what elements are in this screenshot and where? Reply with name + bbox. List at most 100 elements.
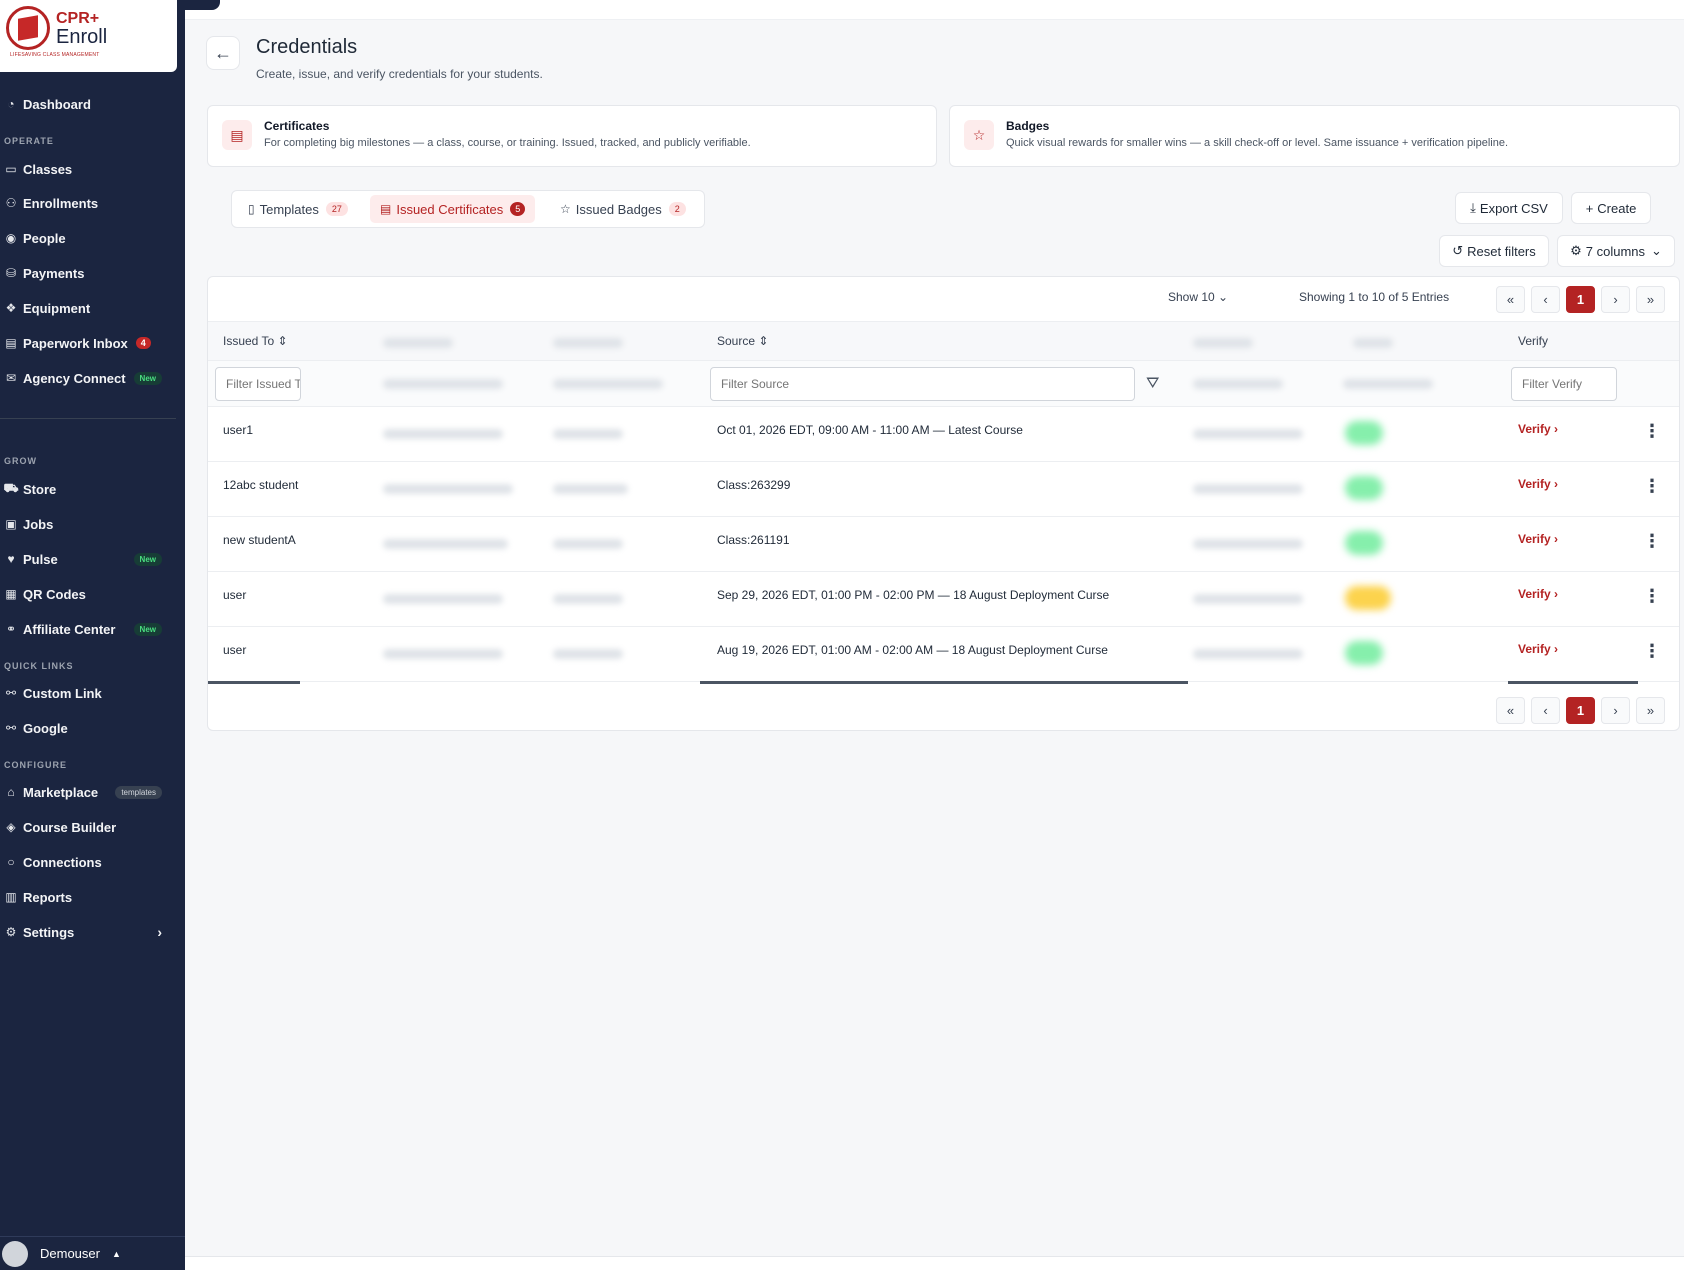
tab-issued-certificates[interactable]: ▤ Issued Certificates 5 (370, 195, 536, 223)
filter-funnel-icon[interactable]: ⛛ (1146, 375, 1159, 393)
sidebar-item-google[interactable]: ⚯ Google (4, 716, 176, 740)
tab-templates[interactable]: ▯ Templates 27 (238, 195, 358, 223)
sidebar-item-store[interactable]: ⛟ Store (3, 477, 176, 501)
column-header-source[interactable]: Source ⇕ (717, 334, 768, 348)
blurred-filter (383, 379, 503, 389)
horizontal-scrollbar[interactable] (700, 681, 1188, 684)
verify-link[interactable]: Verify › (1518, 422, 1558, 436)
kebab-menu-icon[interactable]: ⋮ (1643, 586, 1661, 607)
page-button[interactable]: 1 (1566, 697, 1595, 724)
export-csv-button[interactable]: ⤓ Export CSV (1455, 192, 1563, 224)
status-indicator (1345, 476, 1383, 500)
new-badge: New (133, 552, 162, 566)
sidebar-item-classes[interactable]: ▭ Classes (4, 157, 176, 181)
chevron-right-icon: › (157, 924, 162, 940)
sidebar-item-paperwork-inbox[interactable]: ▤ Paperwork Inbox 4 (4, 331, 176, 355)
blurred-cell (383, 539, 508, 549)
kebab-menu-icon[interactable]: ⋮ (1643, 476, 1661, 497)
user-menu[interactable]: Demouser ▲ (0, 1236, 185, 1270)
credential-tabs: ▯ Templates 27 ▤ Issued Certificates 5 ☆… (231, 190, 705, 228)
last-page-button[interactable]: » (1636, 286, 1665, 313)
tab-count: 27 (325, 202, 348, 216)
horizontal-scrollbar[interactable] (208, 681, 300, 684)
section-quick-links: QUICK LINKS (4, 661, 74, 671)
reset-icon: ↺ (1452, 243, 1464, 258)
cell-issued-to: user (223, 643, 247, 657)
sidebar-item-enrollments[interactable]: ⚇ Enrollments (4, 191, 176, 215)
section-configure: CONFIGURE (4, 760, 67, 770)
cell-issued-to: user (223, 588, 247, 602)
table-row[interactable]: user1 Oct 01, 2026 EDT, 09:00 AM - 11:00… (208, 407, 1679, 462)
first-page-button[interactable]: « (1496, 286, 1525, 313)
blurred-cell (1193, 539, 1303, 549)
table-row[interactable]: user Sep 29, 2026 EDT, 01:00 PM - 02:00 … (208, 572, 1679, 627)
sidebar-item-jobs[interactable]: ▣ Jobs (4, 512, 176, 536)
sidebar-item-label: Connections (23, 854, 102, 870)
page-size-select[interactable]: Show 10 ⌄ (1168, 290, 1228, 304)
first-page-button[interactable]: « (1496, 697, 1525, 724)
sidebar-item-custom-link[interactable]: ⚯ Custom Link (4, 681, 176, 705)
sidebar-item-dashboard[interactable]: ◔ Dashboard (4, 92, 176, 116)
page-button[interactable]: 1 (1566, 286, 1595, 313)
filter-source-input[interactable] (710, 367, 1135, 401)
next-page-button[interactable]: › (1601, 286, 1630, 313)
double-chevron-left-icon: « (1506, 292, 1515, 307)
inbox-icon: ▤ (5, 336, 17, 350)
table-row[interactable]: user Aug 19, 2026 EDT, 01:00 AM - 02:00 … (208, 627, 1679, 682)
sidebar-item-people[interactable]: ◉ People (4, 226, 176, 250)
tab-count: 5 (510, 202, 526, 216)
new-badge: New (133, 622, 162, 636)
sidebar-item-marketplace[interactable]: ⌂ Marketplace templates (4, 780, 176, 804)
filter-verify-input[interactable] (1511, 367, 1617, 401)
kebab-menu-icon[interactable]: ⋮ (1643, 641, 1661, 662)
back-button[interactable]: ← (206, 36, 240, 70)
table-row[interactable]: new studentA Class:261191 Verify › ⋮ (208, 517, 1679, 572)
card-title: Certificates (264, 119, 330, 133)
verify-link[interactable]: Verify › (1518, 587, 1558, 601)
chevron-left-icon: ‹ (1543, 292, 1548, 307)
sidebar-item-settings[interactable]: ⚙ Settings › (4, 920, 176, 944)
kebab-menu-icon[interactable]: ⋮ (1643, 421, 1661, 442)
table-header: Issued To ⇕ Source ⇕ Verify (208, 321, 1679, 361)
verify-link[interactable]: Verify › (1518, 477, 1558, 491)
cart-icon: ⛟ (3, 481, 19, 495)
sidebar-item-connections[interactable]: ○ Connections (4, 850, 176, 874)
prev-page-button[interactable]: ‹ (1531, 697, 1560, 724)
sidebar-item-payments[interactable]: ⛁ Payments (4, 261, 176, 285)
create-button[interactable]: + Create (1571, 192, 1651, 224)
gear-icon: ⚙ (5, 925, 17, 939)
last-page-button[interactable]: » (1636, 697, 1665, 724)
sidebar-item-affiliate-center[interactable]: ⚭ Affiliate Center New (4, 617, 176, 641)
verify-link[interactable]: Verify › (1518, 642, 1558, 656)
table-row[interactable]: 12abc student Class:263299 Verify › ⋮ (208, 462, 1679, 517)
reset-filters-button[interactable]: ↺ Reset filters (1439, 235, 1549, 267)
chevron-down-icon: ⌄ (1218, 290, 1229, 304)
avatar (2, 1240, 28, 1267)
prev-page-button[interactable]: ‹ (1531, 286, 1560, 313)
verify-link[interactable]: Verify › (1518, 532, 1558, 546)
filter-issued-to-input[interactable] (215, 367, 301, 401)
blurred-header (1193, 338, 1253, 348)
status-indicator (1345, 421, 1383, 445)
cell-source: Oct 01, 2026 EDT, 09:00 AM - 11:00 AM — … (717, 423, 1023, 437)
kebab-menu-icon[interactable]: ⋮ (1643, 531, 1661, 552)
sidebar-item-pulse[interactable]: ♥ Pulse New (4, 547, 176, 571)
sidebar-item-reports[interactable]: ▥ Reports (4, 885, 176, 909)
next-page-button[interactable]: › (1601, 697, 1630, 724)
horizontal-scrollbar[interactable] (1508, 681, 1638, 684)
sidebar-item-qr-codes[interactable]: ▦ QR Codes (4, 582, 176, 606)
sidebar-item-equipment[interactable]: ❖ Equipment (4, 296, 176, 320)
button-label: Export CSV (1479, 200, 1548, 216)
blurred-cell (553, 594, 623, 604)
sidebar-item-course-builder[interactable]: ◈ Course Builder (4, 815, 176, 839)
tab-issued-badges[interactable]: ☆ Issued Badges 2 (550, 195, 696, 223)
button-label: Create (1597, 200, 1637, 216)
page-title: Credentials (256, 36, 358, 58)
brand-logo[interactable]: CPR+ Enroll LIFESAVING CLASS MANAGEMENT (0, 0, 177, 72)
topbar (185, 0, 1684, 20)
columns-button[interactable]: ⚙ 7 columns ⌄ (1557, 235, 1675, 267)
sidebar-item-agency-connect[interactable]: ✉ Agency Connect New (4, 366, 176, 390)
sidebar-item-label: Classes (23, 161, 73, 177)
sidebar-toggle[interactable] (185, 0, 220, 10)
column-header-issued-to[interactable]: Issued To ⇕ (223, 334, 288, 348)
